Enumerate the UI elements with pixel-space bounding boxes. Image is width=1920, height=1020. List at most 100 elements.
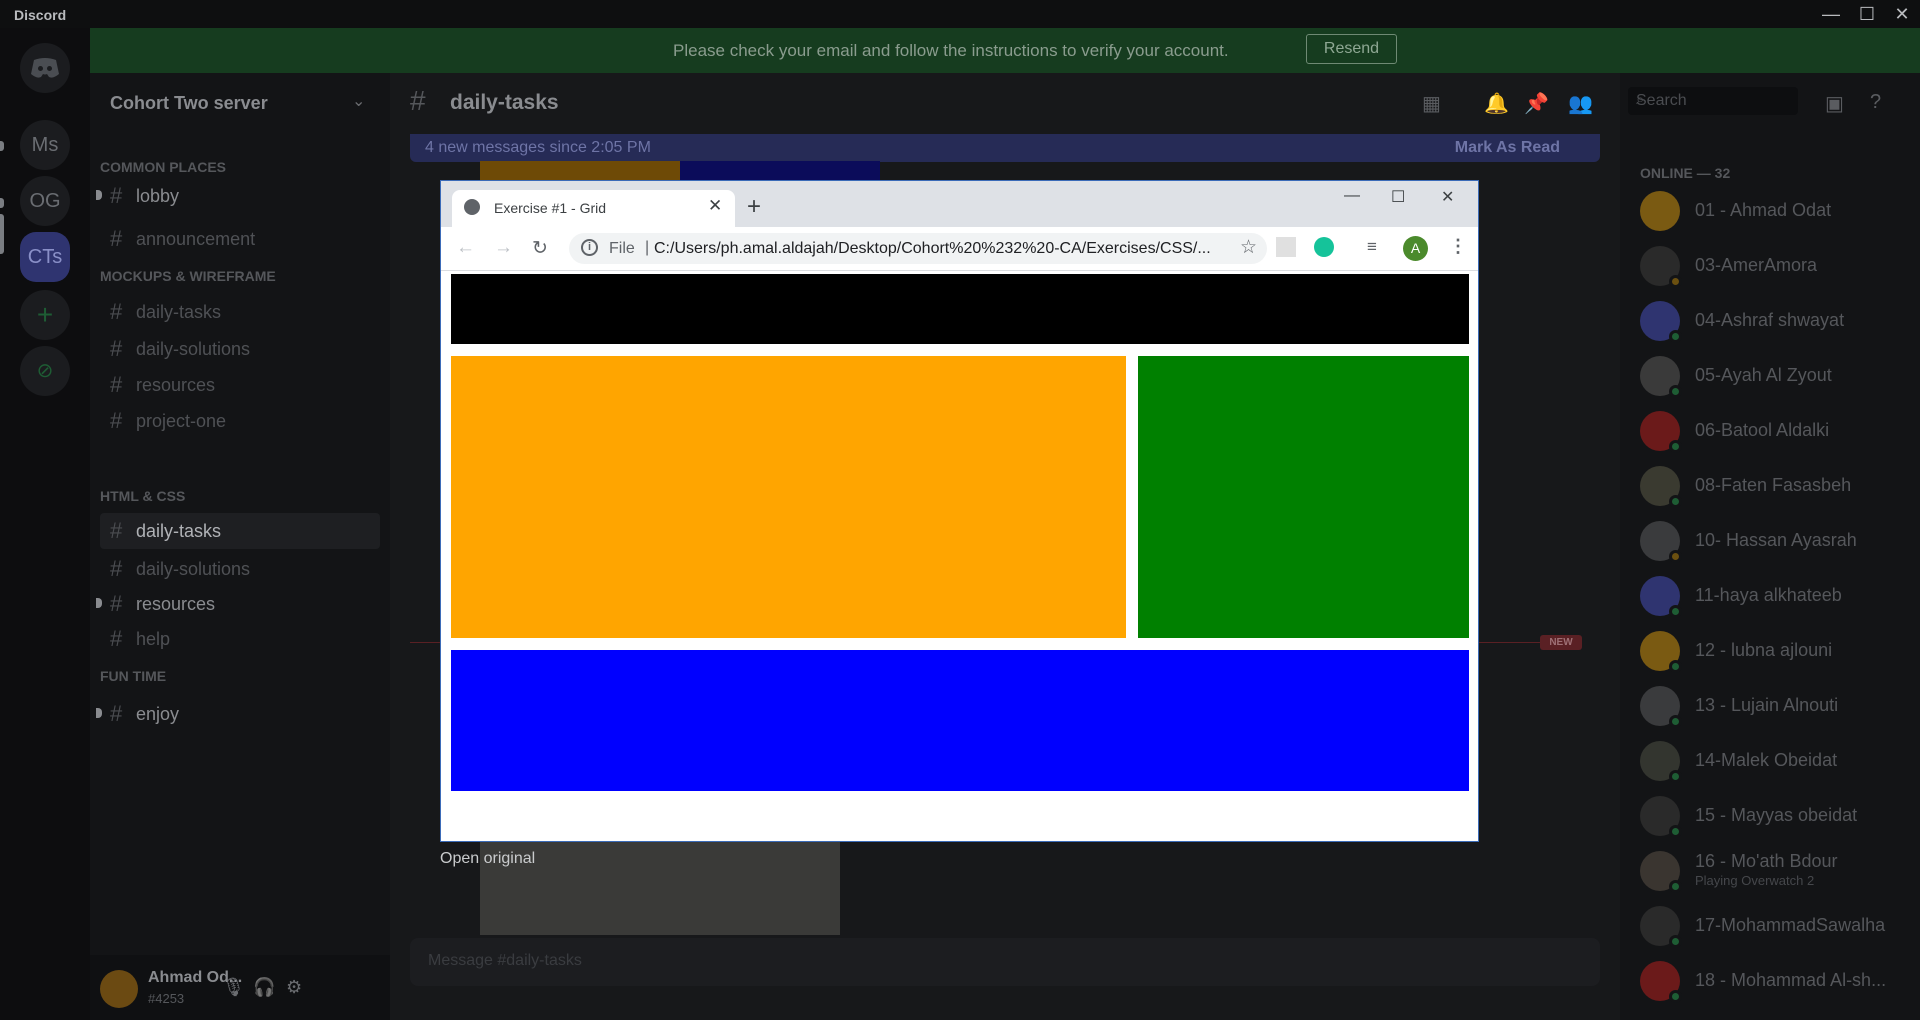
mark-as-read-button[interactable]: Mark As Read [1455, 139, 1560, 157]
member-item[interactable]: 13 - Lujain Alnouti [1640, 681, 1910, 731]
channel-label: daily-tasks [136, 521, 222, 541]
image-lightbox[interactable]: Exercise #1 - Grid ✕ + — ☐ ✕ ← → ↻ i Fil… [440, 180, 1479, 842]
member-item[interactable]: 18 - Mohammad Al-sh... [1640, 956, 1910, 1006]
home-button[interactable] [20, 43, 70, 93]
forward-button[interactable]: → [494, 237, 513, 259]
search-input[interactable]: Search ⌕ [1628, 87, 1798, 115]
server-name[interactable]: Cohort Two server [110, 93, 268, 114]
channel-announcement[interactable]: # announcement [100, 221, 380, 257]
member-item[interactable]: 04-Ashraf shwayat [1640, 296, 1910, 346]
close-button[interactable]: ✕ [1441, 187, 1454, 207]
new-messages-bar[interactable]: 4 new messages since 2:05 PM Mark As Rea… [410, 134, 1600, 162]
user-tag: #4253 [148, 991, 185, 1006]
explore-servers-icon[interactable]: ⊘ [20, 346, 70, 396]
message-input[interactable]: Message #daily-tasks [410, 938, 1600, 986]
category-html-css[interactable]: HTML & CSS [100, 488, 185, 504]
hash-icon: # [110, 336, 123, 361]
member-item[interactable]: 06-Batool Aldalki [1640, 406, 1910, 456]
star-icon[interactable]: ☆ [1240, 236, 1257, 259]
member-item[interactable]: 08-Faten Fasasbeh [1640, 461, 1910, 511]
member-item[interactable]: 15 - Mayyas obeidat [1640, 791, 1910, 841]
inbox-icon[interactable]: ▣ [1825, 91, 1844, 116]
new-badge: NEW [1540, 635, 1582, 650]
browser-menu-icon[interactable]: ⋮ [1449, 236, 1467, 257]
channel-html-daily-solutions[interactable]: # daily-solutions [100, 551, 380, 587]
help-icon[interactable]: ? [1870, 91, 1881, 114]
channel-mw-resources[interactable]: # resources [100, 367, 380, 403]
hash-icon: # [110, 701, 123, 726]
status-dot [1669, 770, 1682, 783]
maximize-button[interactable]: ☐ [1850, 2, 1884, 26]
extension-icon[interactable] [1276, 237, 1296, 257]
minimize-button[interactable]: — [1344, 187, 1360, 205]
server-cts[interactable]: CTs [20, 232, 70, 282]
open-original-link[interactable]: Open original [440, 850, 535, 868]
headset-icon[interactable]: 🎧 [253, 977, 275, 998]
browser-toolbar: ← → ↻ i File | C:/Users/ph.amal.aldajah/… [441, 227, 1478, 271]
member-item[interactable]: 17-MohammadSawalha [1640, 901, 1910, 951]
hash-icon: # [110, 183, 123, 208]
media-control-icon[interactable]: ≡ [1367, 237, 1377, 257]
browser-tab[interactable]: Exercise #1 - Grid ✕ [452, 190, 735, 227]
unread-pill [0, 141, 4, 151]
member-item[interactable]: 11-haya alkhateeb [1640, 571, 1910, 621]
add-server-button[interactable]: + [20, 290, 70, 340]
threads-icon[interactable]: ▦ [1422, 91, 1441, 116]
member-item[interactable]: 14-Malek Obeidat [1640, 736, 1910, 786]
globe-icon [464, 199, 480, 215]
member-item[interactable]: 10- Hassan Ayasrah [1640, 516, 1910, 566]
category-common-places[interactable]: COMMON PLACES [100, 159, 226, 175]
address-bar[interactable]: i File | C:/Users/ph.amal.aldajah/Deskto… [569, 233, 1267, 264]
channel-html-daily-tasks[interactable]: # daily-tasks [100, 513, 380, 549]
microphone-icon[interactable]: 🎙 [222, 977, 245, 998]
grammarly-icon[interactable] [1314, 237, 1334, 257]
channel-html-resources[interactable]: # resources [96, 586, 380, 622]
category-mockups[interactable]: MOCKUPS & WIREFRAME [100, 268, 276, 284]
unread-indicator [96, 708, 102, 718]
hash-icon: # [110, 591, 123, 616]
resend-button[interactable]: Resend [1306, 34, 1397, 64]
member-item[interactable]: 16 - Mo'ath Bdour Playing Overwatch 2 [1640, 846, 1910, 896]
notification-bell-icon[interactable]: 🔔 [1484, 91, 1509, 116]
grid-footer-block [451, 650, 1469, 791]
member-name: 13 - Lujain Alnouti [1695, 695, 1839, 715]
browser-page [441, 271, 1478, 841]
status-dot [1669, 935, 1682, 948]
channel-enjoy[interactable]: # enjoy [96, 696, 380, 732]
server-ms[interactable]: Ms [20, 120, 70, 170]
close-icon[interactable]: ✕ [708, 196, 722, 216]
hash-icon: # [410, 85, 426, 116]
avatar[interactable] [100, 970, 138, 1008]
member-list-icon[interactable]: 👥 [1568, 91, 1593, 116]
profile-avatar[interactable]: A [1403, 236, 1428, 261]
channel-mw-project-one[interactable]: # project-one [100, 403, 380, 439]
chevron-down-icon[interactable]: ⌄ [352, 91, 365, 111]
member-item[interactable]: 05-Ayah Al Zyout [1640, 351, 1910, 401]
reload-button[interactable]: ↻ [532, 237, 548, 260]
status-dot [1669, 275, 1682, 288]
server-og[interactable]: OG [20, 176, 70, 226]
info-icon[interactable]: i [581, 239, 598, 256]
channel-mw-daily-tasks[interactable]: # daily-tasks [100, 294, 380, 330]
status-dot [1669, 330, 1682, 343]
member-item[interactable]: 01 - Ahmad Odat [1640, 186, 1910, 236]
category-fun-time[interactable]: FUN TIME [100, 668, 166, 684]
channel-label: help [136, 629, 171, 649]
close-button[interactable]: ✕ [1885, 2, 1919, 26]
pin-icon[interactable]: 📌 [1524, 91, 1549, 116]
member-item[interactable]: 12 - lubna ajlouni [1640, 626, 1910, 676]
channel-label: daily-solutions [136, 339, 251, 359]
maximize-button[interactable]: ☐ [1391, 187, 1405, 207]
channel-mw-daily-solutions[interactable]: # daily-solutions [100, 331, 380, 367]
back-button[interactable]: ← [456, 237, 475, 259]
channel-lobby[interactable]: # lobby [96, 178, 380, 214]
settings-gear-icon[interactable]: ⚙ [286, 977, 302, 998]
member-item[interactable]: 03-AmerAmora [1640, 241, 1910, 291]
minimize-button[interactable]: — [1814, 2, 1848, 26]
member-name: 15 - Mayyas obeidat [1695, 805, 1858, 825]
selected-pill [0, 214, 4, 254]
member-activity: Playing Overwatch 2 [1695, 873, 1815, 888]
member-name: 16 - Mo'ath Bdour [1695, 851, 1838, 871]
new-tab-button[interactable]: + [747, 193, 761, 221]
channel-html-help[interactable]: # help [100, 621, 380, 657]
